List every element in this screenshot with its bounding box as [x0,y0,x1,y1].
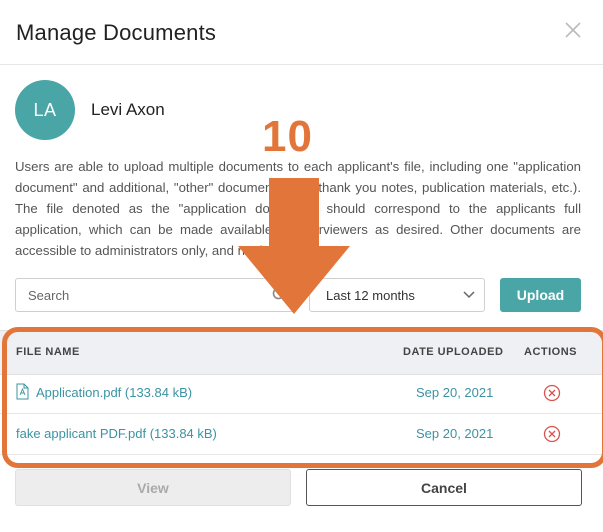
modal-title: Manage Documents [16,20,217,45]
modal-bottom [0,518,603,532]
column-header-actions: ACTIONS [524,346,577,358]
documents-table: FILE NAME DATE UPLOADED ACTIONS Applicat… [0,330,603,455]
delete-icon[interactable] [543,425,561,443]
view-button[interactable]: View [15,469,291,506]
modal-header: Manage Documents [0,0,603,65]
column-header-date-uploaded: DATE UPLOADED [403,346,504,358]
search-field [15,278,297,312]
avatar: LA [15,80,75,140]
cancel-button[interactable]: Cancel [306,469,582,506]
close-icon [565,22,581,38]
table-row: Application.pdf (133.84 kB) Sep 20, 2021 [0,373,603,414]
date-range-select[interactable]: Last 12 months [309,278,485,312]
file-link[interactable]: fake applicant PDF.pdf (133.84 kB) [16,426,217,441]
delete-icon[interactable] [543,384,561,402]
search-input[interactable] [16,279,280,311]
table-row: fake applicant PDF.pdf (133.84 kB) Sep 2… [0,414,603,455]
date-range-value: Last 12 months [326,288,415,303]
annotation-number: 10 [262,112,313,161]
date-uploaded: Sep 20, 2021 [416,426,494,441]
avatar-initials: LA [33,99,57,120]
file-link[interactable]: Application.pdf (133.84 kB) [36,385,192,400]
chevron-down-icon [463,291,475,299]
close-button[interactable] [563,20,583,40]
upload-button[interactable]: Upload [500,278,581,312]
column-header-file-name: FILE NAME [16,346,80,358]
pdf-file-icon [16,383,29,400]
description-text: Users are able to upload multiple docume… [15,159,581,258]
manage-documents-modal: Manage Documents LA Levi Axon Users are … [0,0,603,532]
date-uploaded: Sep 20, 2021 [416,385,494,400]
search-icon[interactable] [272,287,288,303]
table-header: FILE NAME DATE UPLOADED ACTIONS [0,330,603,375]
applicant-name: Levi Axon [91,100,165,119]
